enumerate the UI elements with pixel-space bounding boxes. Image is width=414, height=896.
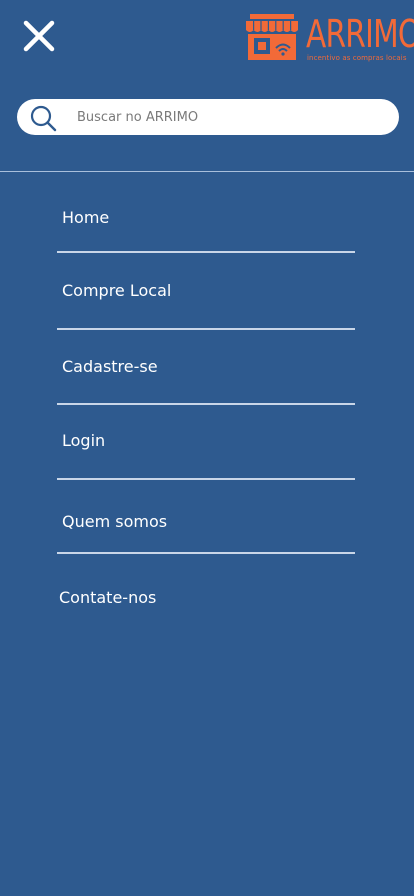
menu-item-quem-somos[interactable]: Quem somos: [62, 512, 167, 531]
header-divider: [0, 171, 414, 172]
close-icon: [23, 20, 55, 52]
menu-divider: [57, 328, 355, 330]
menu-divider: [57, 552, 355, 554]
menu-item-cadastre-se[interactable]: Cadastre-se: [62, 357, 158, 376]
search-icon[interactable]: [29, 104, 57, 132]
brand-tagline: incentivo as compras locais: [307, 54, 407, 62]
close-menu-button[interactable]: [22, 19, 56, 53]
search-input[interactable]: [77, 99, 387, 135]
menu-divider: [57, 478, 355, 480]
storefront-icon: [246, 14, 298, 60]
brand-name: ARRIMO: [306, 12, 414, 56]
brand-logo[interactable]: ARRIMO incentivo as compras locais: [244, 10, 414, 66]
menu-divider: [57, 251, 355, 253]
menu-item-home[interactable]: Home: [62, 208, 109, 227]
search-bar[interactable]: [17, 99, 399, 135]
menu-item-compre-local[interactable]: Compre Local: [62, 281, 171, 300]
menu-divider: [57, 403, 355, 405]
menu-item-contate-nos[interactable]: Contate-nos: [59, 588, 156, 607]
menu-item-login[interactable]: Login: [62, 431, 105, 450]
